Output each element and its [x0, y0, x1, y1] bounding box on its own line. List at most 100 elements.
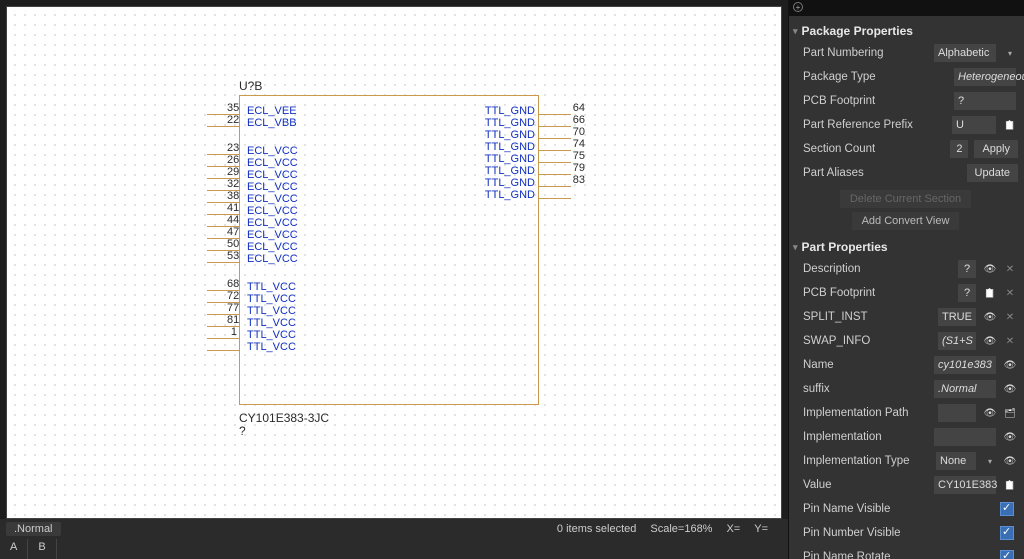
pin-left[interactable]: 44ECL_VCC — [207, 217, 607, 229]
panel-collapse-icon[interactable]: + — [793, 2, 803, 12]
properties-panel: + Package Properties Part Numbering Alph… — [788, 0, 1024, 559]
eye-icon[interactable] — [982, 309, 998, 325]
pin-wire — [207, 338, 239, 339]
pin-number: 70 — [573, 126, 585, 138]
pin-number: 81 — [227, 314, 237, 326]
row-pin-name-visible: Pin Name Visible — [793, 498, 1018, 520]
value-name[interactable]: cy101e383 — [934, 356, 996, 374]
remove-icon[interactable] — [1002, 333, 1018, 349]
pin-name: TTL_GND — [485, 177, 535, 189]
eye-icon[interactable] — [982, 333, 998, 349]
label-pcb-footprint-2: PCB Footprint — [793, 287, 958, 299]
pin-name: TTL_VCC — [247, 293, 296, 305]
pin-name: ECL_VCC — [247, 229, 298, 241]
pin-number: 66 — [573, 114, 585, 126]
checkbox-pin-name-visible[interactable] — [1000, 502, 1014, 516]
update-button[interactable]: Update — [967, 164, 1018, 182]
eye-icon[interactable] — [982, 261, 998, 277]
add-convert-view-button[interactable]: Add Convert View — [852, 212, 960, 230]
pin-left[interactable]: TTL_VCC — [207, 341, 607, 353]
row-name: Name cy101e383 — [793, 354, 1018, 376]
label-impl-path: Implementation Path — [793, 407, 938, 419]
clipboard-icon[interactable] — [982, 285, 998, 301]
eye-icon[interactable] — [1002, 453, 1018, 469]
pin-right[interactable]: 75TTL_GND — [207, 153, 607, 165]
label-package-type: Package Type — [793, 71, 954, 83]
remove-icon[interactable] — [1002, 285, 1018, 301]
checkbox-pin-name-rotate[interactable] — [1000, 550, 1014, 559]
pin-left[interactable]: 47 ECL_VCC — [207, 229, 607, 241]
pin-number: 75 — [573, 150, 585, 162]
dropdown-icon[interactable] — [1002, 45, 1018, 61]
delete-section-button[interactable]: Delete Current Section — [840, 190, 971, 208]
pin-left[interactable]: 1TTL_VCC — [207, 329, 607, 341]
value-pcb-footprint-2[interactable]: ? — [958, 284, 976, 302]
dropdown-icon[interactable] — [982, 453, 998, 469]
value-impl-path[interactable] — [938, 404, 976, 422]
eye-icon[interactable] — [982, 405, 998, 421]
section-tab-b[interactable]: B — [28, 539, 56, 559]
pin-wire — [539, 174, 571, 175]
pin-left[interactable]: 72TTL_VCC — [207, 293, 607, 305]
pin-name: TTL_GND — [485, 105, 535, 117]
pin-left[interactable]: 81TTL_VCC — [207, 317, 607, 329]
pin-name: TTL_VCC — [247, 329, 296, 341]
clipboard-icon[interactable] — [1002, 477, 1018, 493]
apply-button[interactable]: Apply — [974, 140, 1018, 158]
part-properties-header[interactable]: Part Properties — [793, 240, 1018, 254]
value-description[interactable]: ? — [958, 260, 976, 278]
value-package-type[interactable]: Heterogeneous — [954, 68, 1016, 86]
pin-right[interactable]: 83TTL_GND — [207, 177, 607, 189]
clipboard-icon[interactable] — [1002, 117, 1018, 133]
row-implementation: Implementation — [793, 426, 1018, 448]
pin-right[interactable]: 64 TTL_GND — [207, 105, 607, 117]
label-implementation: Implementation — [793, 431, 934, 443]
pin-number: 74 — [573, 138, 585, 150]
pin-name: TTL_VCC — [247, 305, 296, 317]
value-impl-type[interactable]: None — [936, 452, 976, 470]
browse-icon[interactable] — [1002, 405, 1018, 421]
pin-right[interactable]: 79TTL_GND — [207, 165, 607, 177]
package-properties-header[interactable]: Package Properties — [793, 24, 1018, 38]
pin-left[interactable]: 77TTL_VCC — [207, 305, 607, 317]
pin-wire — [539, 162, 571, 163]
value-ref-prefix[interactable]: U — [952, 116, 996, 134]
value-suffix[interactable]: .Normal — [934, 380, 996, 398]
eye-icon[interactable] — [1002, 357, 1018, 373]
remove-icon[interactable] — [1002, 261, 1018, 277]
eye-icon[interactable] — [1002, 429, 1018, 445]
pin-right[interactable]: 70 TTL_GND — [207, 129, 607, 141]
row-pin-number-visible: Pin Number Visible — [793, 522, 1018, 544]
eye-icon[interactable] — [1002, 381, 1018, 397]
pin-number: 47 — [227, 226, 237, 238]
pin-left[interactable]: 53ECL_VCC — [207, 253, 607, 265]
pin-left[interactable]: 68TTL_VCC — [207, 281, 607, 293]
value-split-inst[interactable]: TRUE — [938, 308, 976, 326]
pin-right[interactable]: 74TTL_GND — [207, 141, 607, 153]
status-bar: .Normal 0 items selected Scale=168% X= Y… — [0, 519, 788, 539]
pin-name: TTL_GND — [485, 129, 535, 141]
section-tab-a[interactable]: A — [0, 539, 28, 559]
label-value: Value — [793, 479, 934, 491]
value-implementation[interactable] — [934, 428, 996, 446]
pin-number: 41 — [227, 202, 237, 214]
pin-number: 79 — [573, 162, 585, 174]
schematic-part[interactable]: U?B 35ECL_VEE22ECL_VBB23ECL_VCC26ECL_VCC… — [207, 87, 607, 427]
schematic-canvas[interactable]: U?B 35ECL_VEE22ECL_VBB23ECL_VCC26ECL_VCC… — [6, 6, 782, 519]
pin-right[interactable]: TTL_GND — [207, 189, 607, 201]
pin-right[interactable]: 66TTL_GND — [207, 117, 607, 129]
pin-number: 64 — [573, 102, 585, 114]
value-value[interactable]: CY101E383 — [934, 476, 996, 494]
pin-name: TTL_GND — [485, 189, 535, 201]
value-part-numbering[interactable]: Alphabetic — [934, 44, 996, 62]
checkbox-pin-number-visible[interactable] — [1000, 526, 1014, 540]
value-section-count[interactable]: 2 — [950, 140, 968, 158]
label-description: Description — [793, 263, 958, 275]
value-swap-info[interactable]: (S1+S — [938, 332, 976, 350]
pin-left[interactable]: 50ECL_VCC — [207, 241, 607, 253]
label-pin-number-visible: Pin Number Visible — [793, 527, 1000, 539]
value-pcb-footprint[interactable]: ? — [954, 92, 1016, 110]
pin-left[interactable]: 41ECL_VCC — [207, 205, 607, 217]
remove-icon[interactable] — [1002, 309, 1018, 325]
label-name: Name — [793, 359, 934, 371]
